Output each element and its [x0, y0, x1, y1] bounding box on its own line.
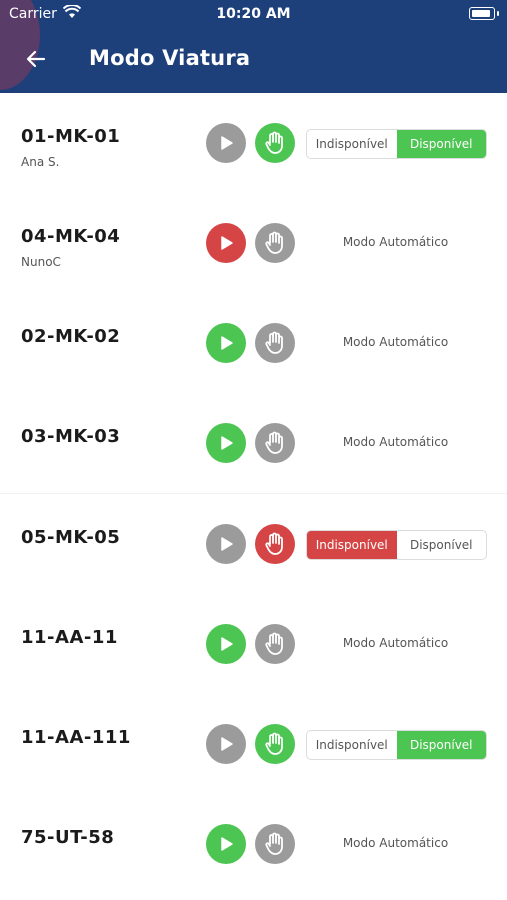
- hand-stop-icon: [265, 331, 283, 354]
- vehicle-plate: 11-AA-11: [21, 627, 118, 648]
- unavailable-option[interactable]: Indisponível: [307, 731, 397, 759]
- play-button[interactable]: [206, 223, 246, 263]
- vehicle-row: 75-UT-58 Modo Automático: [0, 794, 507, 894]
- vehicle-plate: 02-MK-02: [21, 326, 121, 347]
- play-button[interactable]: [206, 423, 246, 463]
- play-button[interactable]: [206, 524, 246, 564]
- battery-tip: [497, 11, 499, 16]
- manual-mode-button[interactable]: [255, 724, 295, 764]
- play-button[interactable]: [206, 724, 246, 764]
- auto-mode-label: Modo Automático: [342, 235, 449, 249]
- manual-mode-button[interactable]: [255, 123, 295, 163]
- driver-name: NunoC: [21, 255, 61, 269]
- play-icon: [221, 737, 233, 751]
- vehicle-row: 05-MK-05 Indisponível Disponível: [0, 494, 507, 594]
- vehicle-row: 02-MK-02 Modo Automático: [0, 293, 507, 393]
- status-bar: Carrier 10:20 AM: [0, 0, 507, 28]
- play-icon: [221, 236, 233, 250]
- manual-mode-button[interactable]: [255, 824, 295, 864]
- vehicle-plate: 04-MK-04: [21, 226, 121, 247]
- hand-stop-icon: [265, 431, 283, 454]
- vehicle-row: 11-AA-11 Modo Automático: [0, 594, 507, 694]
- play-button[interactable]: [206, 624, 246, 664]
- battery-icon: [469, 7, 495, 20]
- manual-mode-button[interactable]: [255, 423, 295, 463]
- manual-mode-button[interactable]: [255, 524, 295, 564]
- play-icon: [221, 436, 233, 450]
- manual-mode-button[interactable]: [255, 323, 295, 363]
- auto-mode-label: Modo Automático: [342, 435, 449, 449]
- auto-mode-label: Modo Automático: [342, 335, 449, 349]
- play-icon: [221, 136, 233, 150]
- vehicle-row: 11-AA-111 Indisponível Disponível: [0, 694, 507, 794]
- play-button[interactable]: [206, 123, 246, 163]
- vehicle-plate: 75-UT-58: [21, 827, 115, 848]
- hand-stop-icon: [265, 632, 283, 655]
- hand-stop-icon: [265, 732, 283, 755]
- auto-mode-label: Modo Automático: [342, 636, 449, 650]
- hand-stop-icon: [265, 832, 283, 855]
- page-title: Modo Viatura: [89, 46, 251, 70]
- availability-toggle: Indisponível Disponível: [306, 129, 487, 159]
- vehicle-list: 01-MK-01 Ana S. Indisponível Disponível 04-M…: [0, 93, 507, 894]
- back-arrow-icon[interactable]: [24, 47, 48, 71]
- vehicle-row: 04-MK-04 NunoC Modo Automático: [0, 193, 507, 293]
- app-header: Carrier 10:20 AM Modo Viatura: [0, 0, 507, 93]
- play-icon: [221, 336, 233, 350]
- play-button[interactable]: [206, 824, 246, 864]
- hand-stop-icon: [265, 532, 283, 555]
- nav-bar: Modo Viatura: [0, 28, 507, 93]
- hand-stop-icon: [265, 131, 283, 154]
- vehicle-row: 03-MK-03 Modo Automático: [0, 393, 507, 494]
- available-option[interactable]: Disponível: [397, 531, 487, 559]
- vehicle-plate: 03-MK-03: [21, 426, 121, 447]
- vehicle-plate: 01-MK-01: [21, 126, 121, 147]
- manual-mode-button[interactable]: [255, 624, 295, 664]
- availability-toggle: Indisponível Disponível: [306, 530, 487, 560]
- available-option[interactable]: Disponível: [396, 130, 486, 158]
- play-icon: [221, 837, 233, 851]
- vehicle-row: 01-MK-01 Ana S. Indisponível Disponível: [0, 93, 507, 193]
- availability-toggle: Indisponível Disponível: [306, 730, 487, 760]
- unavailable-option[interactable]: Indisponível: [307, 531, 397, 559]
- available-option[interactable]: Disponível: [396, 731, 486, 759]
- hand-stop-icon: [265, 231, 283, 254]
- play-icon: [221, 537, 233, 551]
- clock: 10:20 AM: [216, 6, 291, 22]
- auto-mode-label: Modo Automático: [342, 836, 449, 850]
- unavailable-option[interactable]: Indisponível: [307, 130, 397, 158]
- vehicle-plate: 05-MK-05: [21, 527, 121, 548]
- vehicle-plate: 11-AA-111: [21, 727, 131, 748]
- play-button[interactable]: [206, 323, 246, 363]
- manual-mode-button[interactable]: [255, 223, 295, 263]
- play-icon: [221, 637, 233, 651]
- driver-name: Ana S.: [21, 155, 60, 169]
